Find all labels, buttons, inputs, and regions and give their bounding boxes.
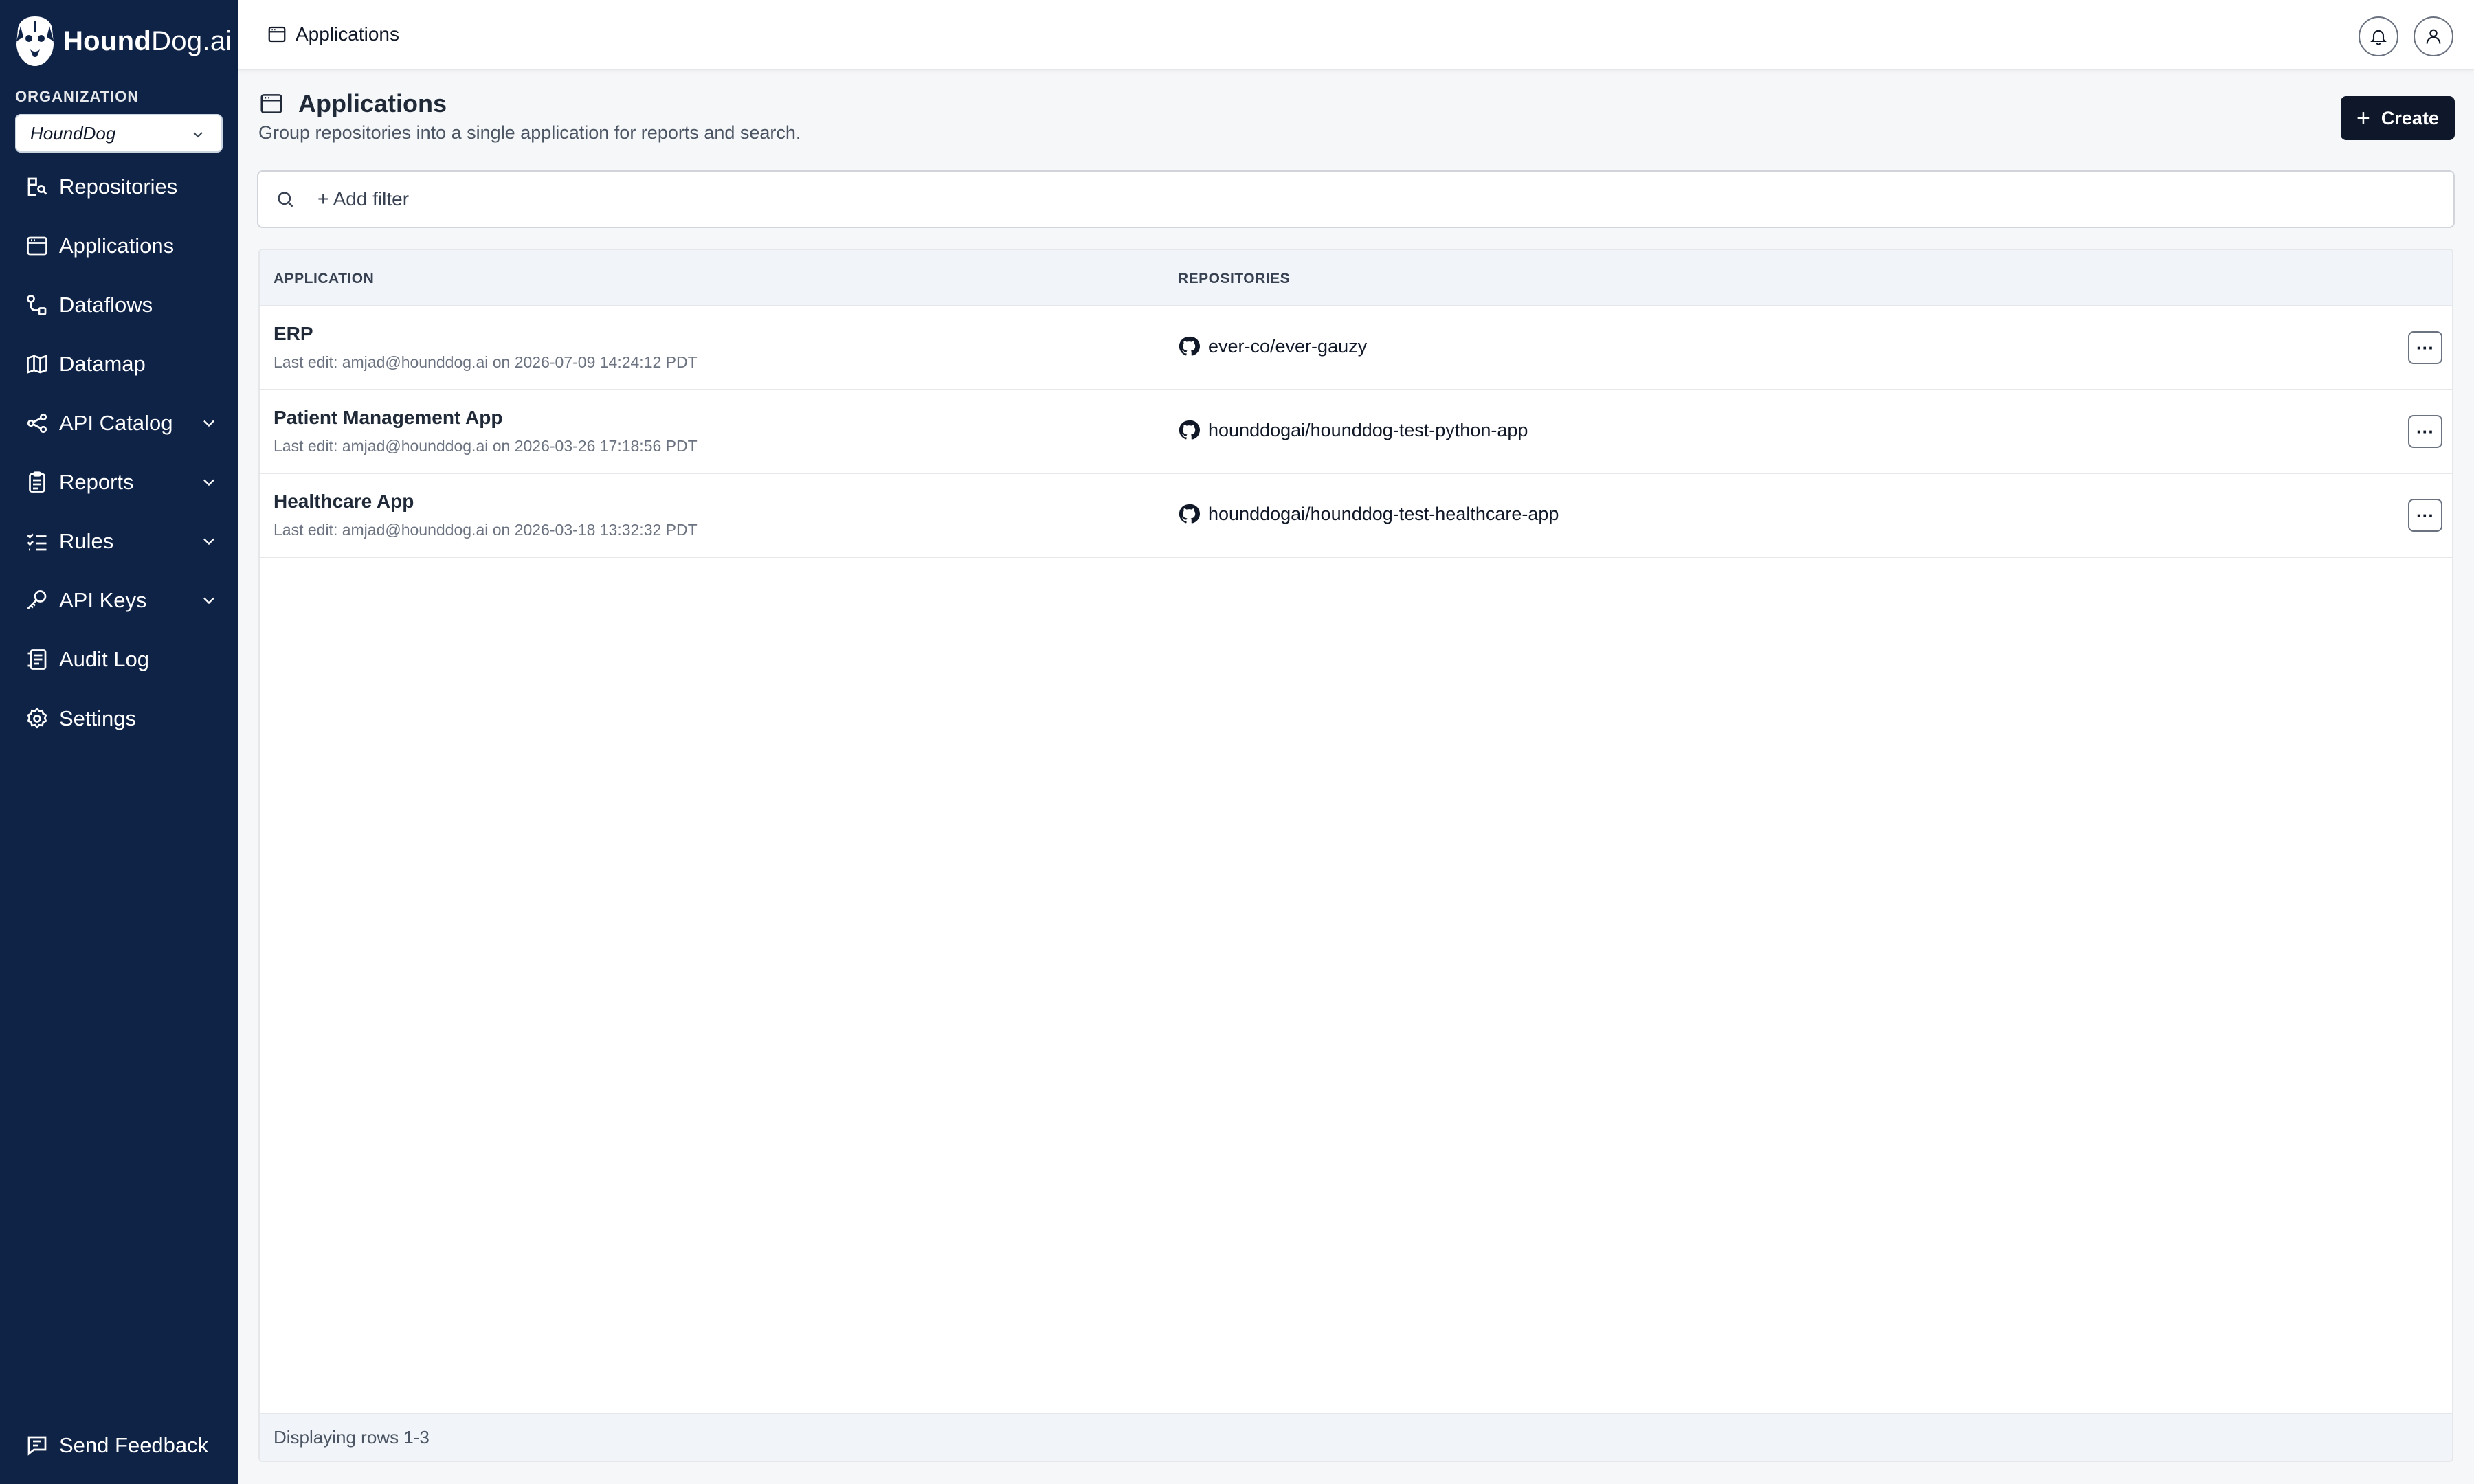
chevron-down-icon <box>203 479 214 486</box>
applications-table: APPLICATION REPOSITORIES ERP Last edit: … <box>258 249 2453 1462</box>
map-icon <box>25 352 49 376</box>
applications-icon <box>268 26 286 43</box>
row-actions-button[interactable]: ··· <box>2408 415 2442 448</box>
feedback-icon <box>25 1433 49 1458</box>
top-bar: Applications <box>238 0 2474 70</box>
chevron-down-icon <box>203 420 214 427</box>
breadcrumb[interactable]: Applications <box>267 23 399 45</box>
sidebar-item-label: Settings <box>59 706 137 730</box>
table-row[interactable]: Patient Management App Last edit: amjad@… <box>260 390 2452 474</box>
last-edit-text: Last edit: amjad@hounddog.ai on 2026-03-… <box>274 521 698 539</box>
row-actions-button[interactable]: ··· <box>2408 499 2442 532</box>
sidebar-item-audit-log[interactable]: Audit Log <box>0 632 238 687</box>
notifications-button[interactable] <box>2359 16 2398 56</box>
github-icon <box>1179 420 1200 440</box>
last-edit-text: Last edit: amjad@hounddog.ai on 2026-07-… <box>274 353 698 371</box>
sidebar-item-dataflows[interactable]: Dataflows <box>0 278 238 333</box>
last-edit-text: Last edit: amjad@hounddog.ai on 2026-03-… <box>274 437 698 455</box>
key-icon <box>25 588 49 613</box>
sidebar-item-label: Datamap <box>59 352 146 376</box>
filter-bar[interactable]: + Add filter <box>257 170 2455 228</box>
sidebar-item-label: API Keys <box>59 588 147 612</box>
plus-icon: + <box>2356 105 2370 131</box>
sidebar-item-reports[interactable]: Reports <box>0 455 238 510</box>
breadcrumb-label: Applications <box>296 23 399 45</box>
table-row[interactable]: ERP Last edit: amjad@hounddog.ai on 2026… <box>260 306 2452 390</box>
send-feedback-button[interactable]: Send Feedback <box>0 1418 238 1473</box>
application-name[interactable]: Healthcare App <box>274 491 414 513</box>
application-name[interactable]: Patient Management App <box>274 407 502 429</box>
dataflows-icon <box>25 293 49 317</box>
brand-logo[interactable]: HoundDog.ai <box>14 12 232 70</box>
organization-label: ORGANIZATION <box>15 88 140 105</box>
audit-log-icon <box>25 647 49 672</box>
search-icon <box>278 192 293 207</box>
hounddog-logo-icon <box>16 16 54 66</box>
api-catalog-icon <box>25 411 49 436</box>
repository-link[interactable]: hounddogai/hounddog-test-python-app <box>1178 419 1528 441</box>
table-row[interactable]: Healthcare App Last edit: amjad@hounddog… <box>260 474 2452 558</box>
organization-value: HoundDog <box>30 122 116 144</box>
page-title-text: Applications <box>298 89 447 117</box>
checklist-icon <box>25 529 49 554</box>
sidebar-item-label: API Catalog <box>59 411 173 435</box>
brand-name: HoundDog.ai <box>63 25 232 56</box>
row-actions-button[interactable]: ··· <box>2408 331 2442 364</box>
application-name[interactable]: ERP <box>274 323 313 345</box>
sidebar-item-label: Applications <box>59 234 175 258</box>
create-button[interactable]: + Create <box>2341 96 2455 140</box>
user-menu-button[interactable] <box>2414 16 2453 56</box>
repository-link[interactable]: ever-co/ever-gauzy <box>1178 335 1367 357</box>
chevron-down-icon <box>193 132 203 138</box>
send-feedback-label: Send Feedback <box>59 1433 209 1457</box>
page-title: Applications <box>258 89 447 118</box>
sidebar-item-datamap[interactable]: Datamap <box>0 337 238 392</box>
repository-name: ever-co/ever-gauzy <box>1208 335 1368 357</box>
table-header: APPLICATION REPOSITORIES <box>260 250 2452 306</box>
chevron-down-icon <box>203 597 214 605</box>
add-filter-input[interactable]: + Add filter <box>317 188 409 210</box>
sidebar-item-label: Audit Log <box>59 647 149 671</box>
create-label: Create <box>2381 107 2439 128</box>
sidebar-item-label: Rules <box>59 529 114 553</box>
column-header-repositories[interactable]: REPOSITORIES <box>1178 271 1290 287</box>
github-icon <box>1179 336 1200 356</box>
chevron-down-icon <box>203 538 214 546</box>
sidebar-item-label: Repositories <box>59 175 178 199</box>
sidebar-item-label: Reports <box>59 470 134 494</box>
repository-name: hounddogai/hounddog-test-healthcare-app <box>1208 503 1559 524</box>
sidebar-item-applications[interactable]: Applications <box>0 218 238 273</box>
organization-select[interactable]: HoundDog <box>15 114 223 153</box>
github-icon <box>1179 504 1200 524</box>
repository-link[interactable]: hounddogai/hounddog-test-healthcare-app <box>1178 503 1559 525</box>
sidebar-item-repositories[interactable]: Repositories <box>0 159 238 214</box>
sidebar-item-rules[interactable]: Rules <box>0 514 238 569</box>
clipboard-icon <box>25 470 49 495</box>
repository-name: hounddogai/hounddog-test-python-app <box>1208 419 1528 440</box>
table-footer: Displaying rows 1-3 <box>260 1413 2452 1461</box>
repositories-icon <box>25 175 49 199</box>
applications-icon <box>25 234 49 258</box>
sidebar-item-api-catalog[interactable]: API Catalog <box>0 396 238 451</box>
column-header-application[interactable]: APPLICATION <box>274 271 374 287</box>
bell-icon <box>2370 30 2387 45</box>
user-icon <box>2426 29 2441 44</box>
sidebar-item-api-keys[interactable]: API Keys <box>0 573 238 628</box>
gear-icon <box>25 706 49 731</box>
sidebar: HoundDog.ai ORGANIZATION HoundDog Reposi… <box>0 0 238 1484</box>
applications-icon <box>260 94 282 113</box>
page-subtitle: Group repositories into a single applica… <box>258 122 801 143</box>
sidebar-item-settings[interactable]: Settings <box>0 691 238 746</box>
sidebar-item-label: Dataflows <box>59 293 153 317</box>
